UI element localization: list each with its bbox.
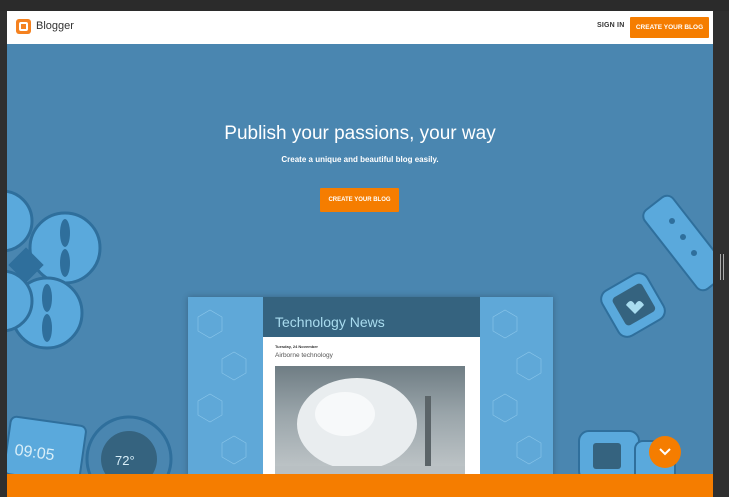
create-blog-hero-button[interactable]: CREATE YOUR BLOG — [320, 188, 399, 212]
window-top-strip — [0, 0, 729, 11]
svg-text:72°: 72° — [115, 453, 135, 468]
sign-in-link[interactable]: SIGN IN — [597, 22, 624, 29]
footer-orange-band — [7, 474, 713, 497]
blog-preview-post-title: Airborne technology — [275, 352, 333, 359]
create-blog-header-button[interactable]: CREATE YOUR BLOG — [630, 17, 709, 38]
chevron-down-icon — [659, 448, 671, 456]
scroll-down-button[interactable] — [649, 436, 681, 468]
svg-text:09:05: 09:05 — [13, 442, 55, 464]
window-resize-handle[interactable] — [720, 254, 724, 280]
site-header: Blogger SIGN IN CREATE YOUR BLOG — [7, 11, 713, 44]
blogger-landing-page: 09:05 72° Blogger SIGN IN CREATE YOUR BL… — [7, 11, 713, 497]
brand-name[interactable]: Blogger — [36, 20, 74, 32]
blog-preview-mockup: Technology News Tuesday, 24 November Air… — [188, 297, 553, 487]
blog-preview-image — [275, 366, 465, 487]
blog-preview-header: Technology News — [263, 297, 480, 337]
blog-preview-date: Tuesday, 24 November — [275, 344, 318, 349]
balloon-photo — [275, 378, 465, 487]
hero-subtitle: Create a unique and beautiful blog easil… — [281, 155, 439, 164]
smartwatch-illustration — [600, 272, 666, 338]
remote-illustration — [642, 194, 713, 292]
browser-frame: 09:05 72° Blogger SIGN IN CREATE YOUR BL… — [0, 0, 729, 497]
drone-illustration — [7, 189, 102, 350]
blog-preview-page: Technology News Tuesday, 24 November Air… — [263, 297, 480, 487]
blog-preview-title: Technology News — [275, 314, 385, 330]
blogger-logo-icon[interactable] — [16, 19, 31, 34]
hero-title: Publish your passions, your way — [224, 123, 496, 144]
